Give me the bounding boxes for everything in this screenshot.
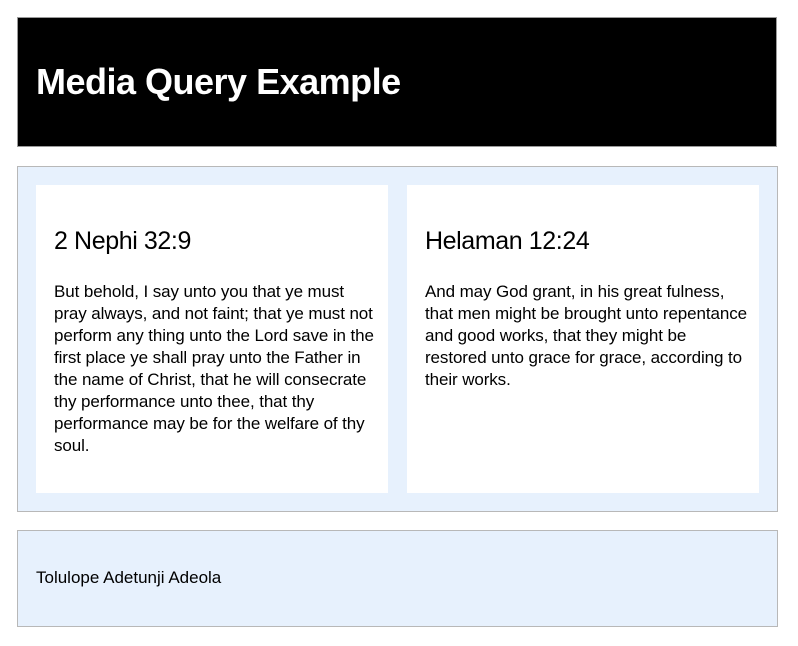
scripture-panel: 2 Nephi 32:9 But behold, I say unto you … (17, 166, 778, 512)
page-title: Media Query Example (36, 61, 401, 102)
scripture-card-helaman: Helaman 12:24 And may God grant, in his … (407, 185, 759, 493)
author-name: Tolulope Adetunji Adeola (36, 568, 222, 587)
scripture-card-title: Helaman 12:24 (425, 227, 590, 255)
page: Media Query Example 2 Nephi 32:9 But beh… (0, 0, 798, 646)
scripture-card-text: And may God grant, in his great fulness,… (425, 282, 747, 389)
scripture-card-text: But behold, I say unto you that ye must … (54, 282, 374, 455)
scripture-card-2-nephi: 2 Nephi 32:9 But behold, I say unto you … (36, 185, 388, 493)
scripture-card-title: 2 Nephi 32:9 (54, 227, 191, 255)
site-header: Media Query Example (17, 17, 777, 147)
site-footer: Tolulope Adetunji Adeola (17, 530, 778, 627)
